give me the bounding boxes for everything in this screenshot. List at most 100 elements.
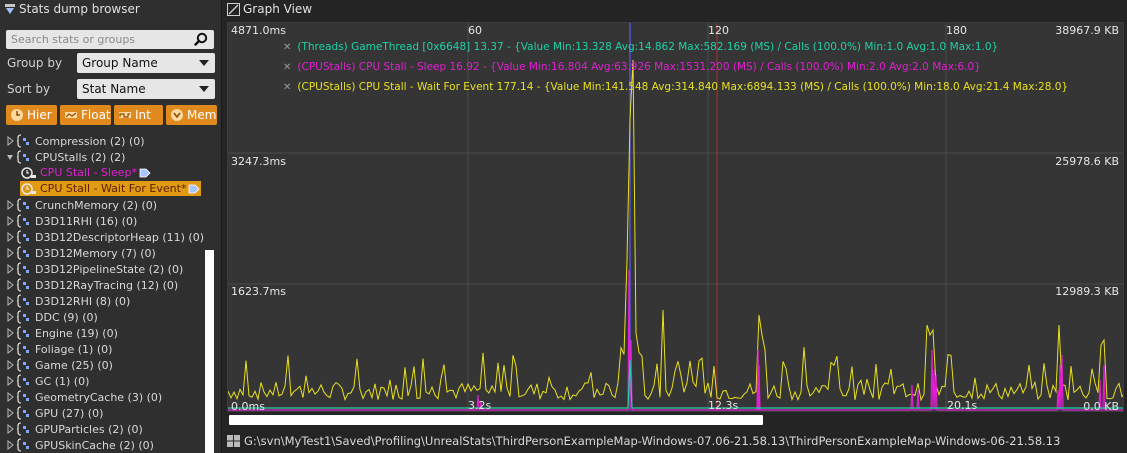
tree-group-item[interactable]: Engine (19) (0) [6,325,118,341]
tag-icon[interactable] [139,168,151,178]
windows-icon [227,435,240,447]
graph-horizontal-scrollbar[interactable] [229,415,763,425]
legend-item-gamethread[interactable]: ✕ (Threads) GameThread [0x6648] 13.37 - … [283,41,998,53]
tree-group-item[interactable]: D3D12Memory (7) (0) [6,245,156,261]
search-box[interactable] [6,30,214,49]
stat-group-icon [17,198,29,212]
bottom-tick-3: 20.1s [947,399,978,412]
stat-group-icon [17,342,29,356]
stat-group-icon [17,278,29,292]
tree-group-item[interactable]: GC (1) (0) [6,373,89,389]
collapsed-triangle-icon[interactable] [6,376,14,386]
stat-group-icon [17,358,29,372]
group-by-dropdown[interactable]: Group Name [77,53,215,73]
search-icon[interactable] [194,32,208,46]
collapsed-triangle-icon[interactable] [6,440,14,450]
stat-group-icon [17,310,29,324]
float-toggle-button[interactable]: Float [60,105,111,125]
stat-group-icon [17,246,29,260]
tree-group-item[interactable]: GPUSkinCache (2) (0) [6,437,154,453]
tree-group-item[interactable]: D3D11RHI (16) (0) [6,213,137,229]
right-axis-label-upper: 25978.6 KB [1055,155,1119,168]
chevron-down-icon [199,86,209,92]
stats-dump-browser-panel: Stats dump browser Group by Group Name S… [0,0,222,453]
collapsed-triangle-icon[interactable] [6,232,14,242]
tree-group-item[interactable]: Foliage (1) (0) [6,341,112,357]
graph-view-title: Graph View [227,1,312,17]
collapsed-triangle-icon[interactable] [6,216,14,226]
collapsed-triangle-icon[interactable] [6,248,14,258]
right-axis-label-top: 38967.9 KB [1055,24,1119,37]
tree-group-item[interactable]: Compression (2) (0) [6,133,145,149]
int-toggle-button[interactable]: Int [114,105,163,125]
collapsed-triangle-icon[interactable] [6,424,14,434]
collapsed-triangle-icon[interactable] [6,296,14,306]
chevron-down-icon [199,60,209,66]
stat-group-icon [17,390,29,404]
left-axis-label-lower: 1623.7ms [231,285,286,298]
collapsed-triangle-icon[interactable] [6,344,14,354]
tree-group-item[interactable]: Game (25) (0) [6,357,113,373]
stat-group-icon [17,374,29,388]
collapsed-triangle-icon[interactable] [6,280,14,290]
group-by-value: Group Name [82,56,158,70]
collapsed-triangle-icon[interactable] [6,136,14,146]
left-axis-label-bottom: 0.0ms [231,400,265,412]
collapsed-triangle-icon[interactable] [6,264,14,274]
file-path-bar: G:\svn\MyTest1\Saved\Profiling\UnrealSta… [227,433,1060,449]
tree-stat-item[interactable]: CPU Stall - Wait For Event* [20,181,201,196]
tree-group-item[interactable]: GPU (27) (0) [6,405,103,421]
tree-group-item[interactable]: CPUStalls (2) (2) [6,149,125,165]
tree-group-item[interactable]: D3D12RayTracing (12) (0) [6,277,178,293]
tree-stat-item[interactable]: CPU Stall - Sleep* [20,165,151,180]
tree-group-item[interactable]: GPUParticles (2) (0) [6,421,143,437]
search-input[interactable] [6,31,186,48]
tree-group-item[interactable]: DDC (9) (0) [6,309,98,325]
legend-item-cpu-stall-sleep[interactable]: ✕ (CPUStalls) CPU Stall - Sleep 16.92 - … [283,61,981,73]
stat-group-icon [17,326,29,340]
collapsed-triangle-icon[interactable] [6,360,14,370]
collapsed-triangle-icon[interactable] [6,392,14,402]
expanded-triangle-icon[interactable] [6,152,14,162]
close-icon[interactable]: ✕ [283,42,291,53]
stat-group-icon [17,406,29,420]
graph-canvas[interactable]: 4871.0ms 3247.3ms 1623.7ms 0.0ms 38967.9… [227,22,1124,412]
top-tick-180: 180 [946,24,967,37]
tree-group-item[interactable]: CrunchMemory (2) (0) [6,197,157,213]
stat-group-icon [17,150,29,164]
legend-item-cpu-stall-wait[interactable]: ✕ (CPUStalls) CPU Stall - Wait For Event… [283,81,1068,93]
group-by-label: Group by [7,56,63,70]
tree-scrollbar[interactable] [205,250,214,453]
tree-group-item[interactable]: D3D12RHI (8) (0) [6,293,130,309]
collapsed-triangle-icon[interactable] [6,200,14,210]
bottom-tick-2: 12.3s [708,399,739,412]
tree-group-item[interactable]: D3D12PipelineState (2) (0) [6,261,183,277]
stat-group-icon [17,262,29,276]
series-cpu-stall-sleep-line [228,269,1123,411]
graph-view-panel: Graph View 4871.0ms 3247.3ms 1623.7ms 0.… [223,0,1127,453]
left-axis-label-top: 4871.0ms [231,24,286,37]
stat-group-icon [17,422,29,436]
close-icon[interactable]: ✕ [283,82,291,93]
sort-by-value: Stat Name [82,82,146,96]
tree-group-item[interactable]: D3D12DescriptorHeap (11) (0) [6,229,204,245]
graph-view-icon [227,2,240,16]
collapsed-triangle-icon[interactable] [6,328,14,338]
float-icon [65,112,77,118]
top-tick-60: 60 [468,24,482,37]
collapsed-triangle-icon[interactable] [6,312,14,322]
stat-group-icon [17,294,29,308]
hierarchy-icon [11,109,23,121]
stat-clock-icon [21,166,36,179]
mem-toggle-button[interactable]: Mem [166,105,217,125]
stat-group-icon [17,230,29,244]
close-icon[interactable]: ✕ [283,62,291,73]
stat-group-icon [17,134,29,148]
sort-by-dropdown[interactable]: Stat Name [77,79,215,99]
hier-toggle-button[interactable]: Hier [6,105,57,125]
tree-group-item[interactable]: GeometryCache (3) (0) [6,389,162,405]
tag-icon[interactable] [188,184,201,194]
stats-browser-icon [5,4,15,14]
collapsed-triangle-icon[interactable] [6,408,14,418]
stat-group-icon [17,438,29,452]
